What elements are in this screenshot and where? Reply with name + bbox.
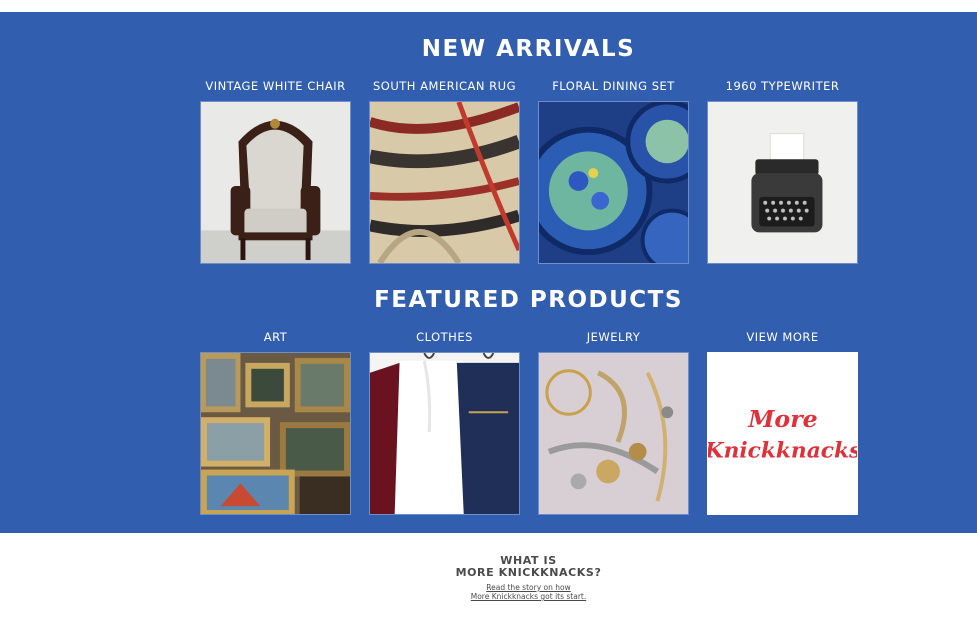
category-card-art[interactable]: ART (200, 330, 351, 515)
category-card-label: JEWELRY (586, 330, 641, 344)
new-arrivals-heading: NEW ARRIVALS (421, 36, 636, 62)
svg-text:Knickknacks: Knickknacks (708, 439, 857, 464)
typewriter-image[interactable] (707, 101, 858, 264)
product-card-label: SOUTH AMERICAN RUG (372, 79, 516, 93)
top-bar (0, 0, 977, 12)
dining-set-image[interactable] (538, 101, 689, 264)
art-image[interactable] (200, 352, 351, 515)
featured-products-heading: FEATURED PRODUCTS (374, 287, 683, 313)
product-card-1960-typewriter[interactable]: 1960 TYPEWRITER (707, 79, 858, 264)
category-card-clothes[interactable]: CLOTHES (369, 330, 520, 515)
product-card-vintage-white-chair[interactable]: VINTAGE WHITE CHAIR (200, 79, 351, 264)
product-card-south-american-rug[interactable]: SOUTH AMERICAN RUG (369, 79, 520, 264)
chair-image[interactable] (200, 101, 351, 264)
category-card-label: VIEW MORE (746, 330, 819, 344)
read-story-link[interactable]: Read the story on how More Knickknacks g… (0, 583, 977, 601)
new-arrivals-grid: VINTAGE WHITE CHAIR SOUTH AMERICAN RUG F… (200, 79, 858, 264)
category-card-view-more[interactable]: VIEW MORE More Knickknacks (707, 330, 858, 515)
rug-image[interactable] (369, 101, 520, 264)
clothes-image[interactable] (369, 352, 520, 515)
what-is-line2: MORE KNICKKNACKS? (455, 566, 602, 579)
product-card-label: 1960 TYPEWRITER (725, 79, 840, 93)
read-story-line1[interactable]: Read the story on how (80, 583, 977, 592)
category-card-label: CLOTHES (416, 330, 473, 344)
more-knickknacks-logo[interactable]: More Knickknacks (707, 352, 858, 515)
category-card-label: ART (263, 330, 288, 344)
featured-products-grid: ART CLOTHES JEWELRY VIEW MORE More Knick… (200, 330, 858, 515)
category-card-jewelry[interactable]: JEWELRY (538, 330, 689, 515)
svg-text:More: More (747, 405, 818, 433)
jewelry-image[interactable] (538, 352, 689, 515)
product-card-label: FLORAL DINING SET (552, 79, 675, 93)
read-story-line2[interactable]: More Knickknacks got its start. (80, 592, 977, 601)
product-card-label: VINTAGE WHITE CHAIR (205, 79, 346, 93)
product-card-floral-dining-set[interactable]: FLORAL DINING SET (538, 79, 689, 264)
what-is-heading: WHAT IS MORE KNICKKNACKS? (0, 555, 977, 579)
